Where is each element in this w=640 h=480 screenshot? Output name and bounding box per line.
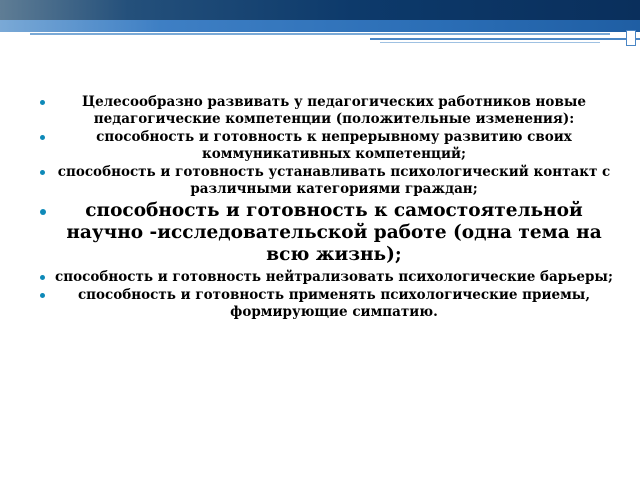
bullet-list: Целесообразно развивать у педагогических… (30, 94, 620, 321)
list-item-text: Целесообразно развивать у педагогических… (82, 94, 586, 127)
bullet-dot-icon (40, 275, 45, 280)
list-item-text: способность и готовность нейтрализовать … (55, 269, 613, 285)
list-item: способность и готовность применять психо… (30, 287, 620, 321)
bullet-dot-icon (40, 135, 45, 140)
list-item-text: способность и готовность к непрерывному … (96, 129, 572, 162)
decorative-rule-1 (30, 33, 610, 35)
bullet-dot-icon (40, 100, 45, 105)
bullet-dot-icon (40, 170, 45, 175)
list-item: способность и готовность устанавливать п… (30, 164, 620, 198)
list-item-text: способность и готовность к самостоятельн… (66, 200, 602, 265)
list-item: способность и готовность нейтрализовать … (30, 269, 620, 286)
list-item-highlighted: способность и готовность к самостоятельн… (30, 200, 620, 266)
decorative-rule-2 (370, 38, 640, 40)
decorative-rule-3 (380, 42, 600, 43)
bullet-dot-icon (40, 293, 45, 298)
slide-content: Целесообразно развивать у педагогических… (30, 94, 620, 322)
bullet-dot-icon (40, 209, 46, 215)
list-item: способность и готовность к непрерывному … (30, 129, 620, 163)
corner-decoration (626, 30, 636, 46)
list-item-text: способность и готовность устанавливать п… (57, 164, 611, 197)
list-item: Целесообразно развивать у педагогических… (30, 94, 620, 128)
list-item-text: способность и готовность применять психо… (77, 287, 591, 320)
